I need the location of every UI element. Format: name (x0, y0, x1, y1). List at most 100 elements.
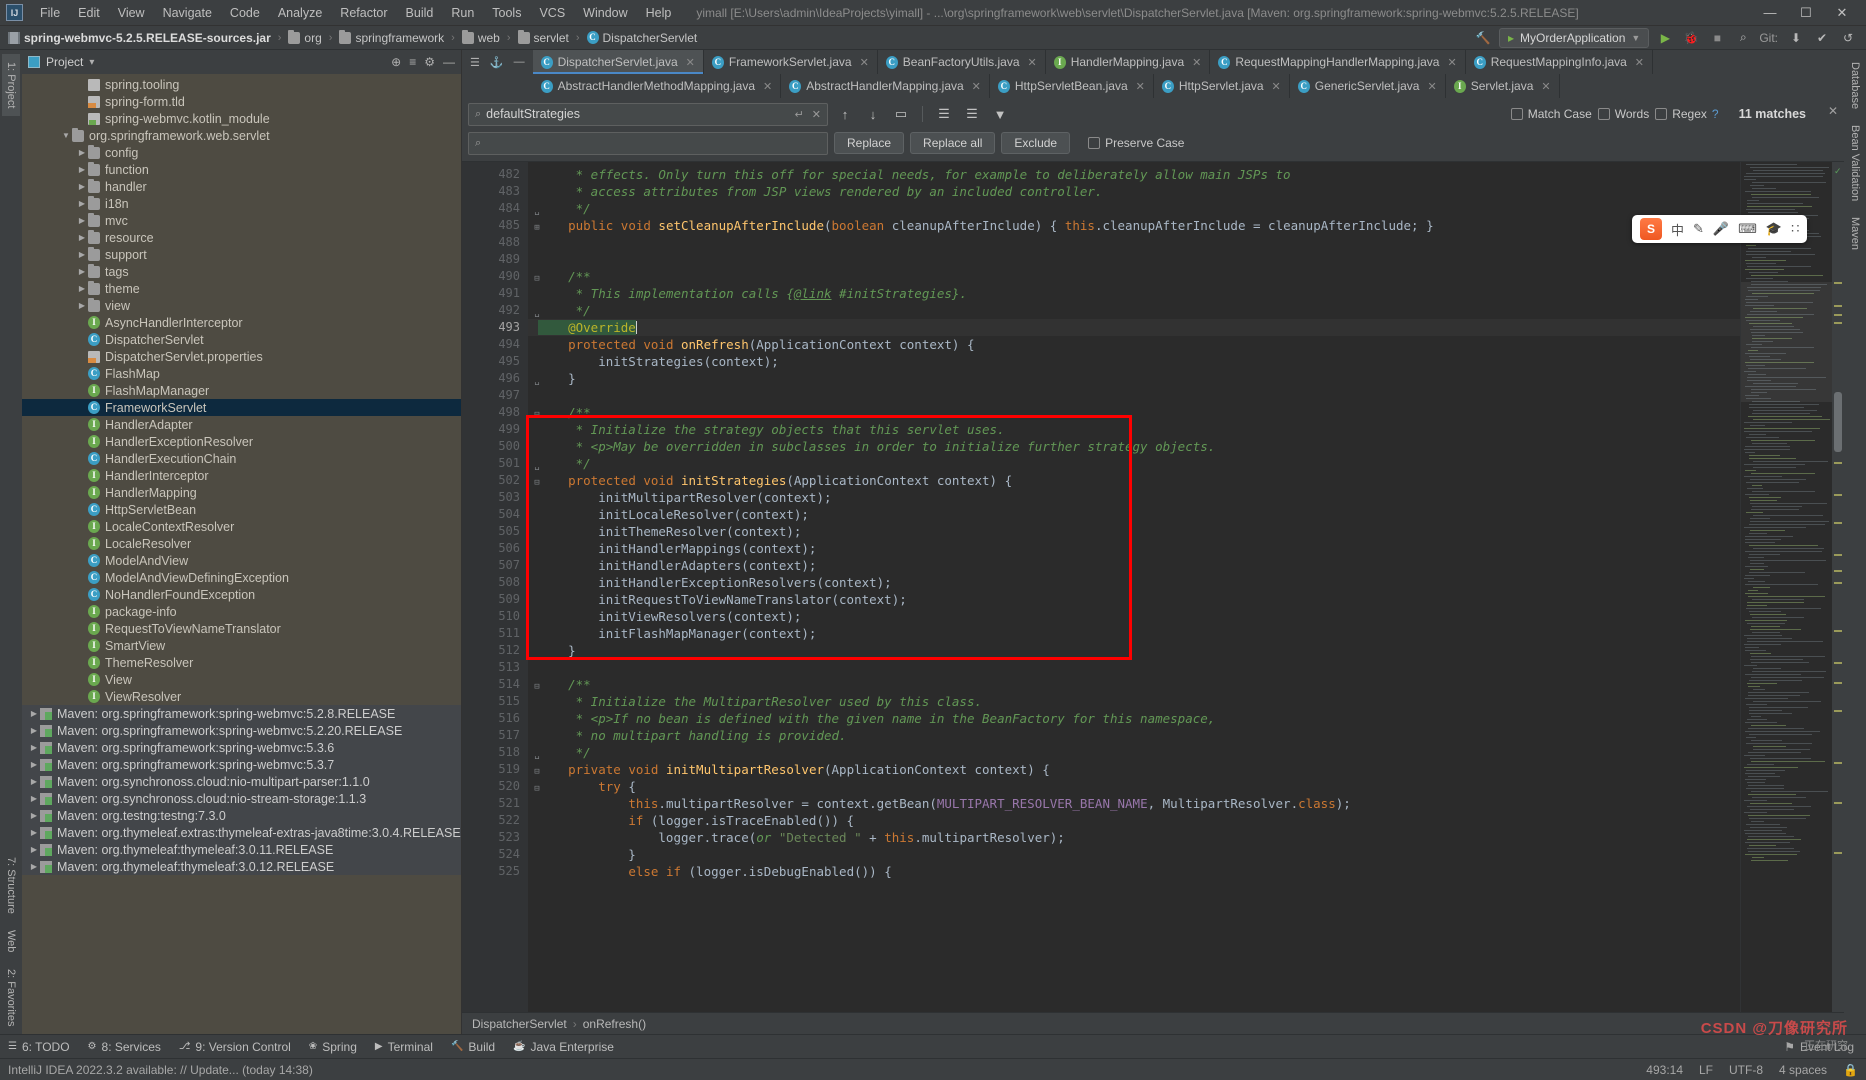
expand-arrow-icon[interactable]: ▶ (76, 199, 88, 208)
line-number[interactable]: 489 (462, 251, 528, 268)
tool-window-button-build[interactable]: 🔨 Build (451, 1040, 495, 1054)
git-history-icon[interactable]: ↺ (1838, 28, 1858, 48)
line-number[interactable]: 493 (462, 319, 528, 336)
editor-scrollbar-thumb[interactable] (1834, 392, 1842, 452)
breadcrumb-item-web[interactable]: web (458, 29, 504, 47)
filter-button[interactable]: ▼ (989, 103, 1011, 125)
caret-position[interactable]: 493:14 (1646, 1063, 1683, 1077)
code-line[interactable]: initHandlerExceptionResolvers(context); (528, 574, 1740, 591)
expand-arrow-icon[interactable]: ▶ (28, 811, 40, 820)
expand-arrow-icon[interactable]: ▶ (28, 862, 40, 871)
stop-button[interactable]: ■ (1707, 28, 1727, 48)
stripe-marker[interactable] (1834, 682, 1842, 684)
editor-tab-dispatcherservlet-java[interactable]: C DispatcherServlet.java ✕ (532, 50, 704, 74)
words-checkbox[interactable]: Words (1597, 107, 1649, 121)
code-line[interactable]: /** (528, 404, 1740, 421)
tree-item[interactable]: I FlashMapManager (22, 382, 461, 399)
tree-item[interactable]: C DispatcherServlet (22, 331, 461, 348)
git-update-icon[interactable]: ⬇ (1786, 28, 1806, 48)
code-line[interactable]: initLocaleResolver(context); (528, 506, 1740, 523)
code-line[interactable]: initRequestToViewNameTranslator(context)… (528, 591, 1740, 608)
line-number[interactable]: 518 ␣ (462, 744, 539, 761)
line-number[interactable]: 490 ⊟ (462, 268, 539, 285)
code-line[interactable]: } (528, 642, 1740, 659)
tree-item[interactable]: I HandlerInterceptor (22, 467, 461, 484)
line-number[interactable]: 520 ⊟ (462, 778, 539, 795)
tree-item[interactable]: C FlashMap (22, 365, 461, 382)
tree-item-maven[interactable]: ▶ Maven: org.thymeleaf:thymeleaf:3.0.12.R… (22, 858, 461, 875)
exclude-button[interactable]: Exclude (1001, 132, 1071, 154)
tree-item[interactable]: I LocaleContextResolver (22, 518, 461, 535)
stripe-marker[interactable] (1834, 314, 1842, 316)
tool-window-button-spring[interactable]: ❀ Spring (309, 1040, 357, 1054)
code-minimap[interactable] (1740, 162, 1832, 1012)
line-number[interactable]: 508 (462, 574, 528, 591)
menu-item-help[interactable]: Help (637, 3, 681, 23)
menu-item-tools[interactable]: Tools (483, 3, 530, 23)
scroll-to-source-icon[interactable]: ⊕ (391, 55, 401, 69)
code-line[interactable]: /** (528, 676, 1740, 693)
multiline-search-button[interactable]: ☰ (933, 103, 955, 125)
tree-item[interactable]: ▶ config (22, 144, 461, 161)
close-find-button[interactable]: ✕ (1828, 104, 1838, 118)
tree-item[interactable]: I ViewResolver (22, 688, 461, 705)
code-line[interactable]: * no multipart handling is provided. (528, 727, 1740, 744)
lock-icon[interactable]: 🔒 (1843, 1063, 1858, 1077)
line-number[interactable]: 510 (462, 608, 528, 625)
search-everywhere-icon[interactable]: ⌕ (1733, 28, 1753, 48)
tree-item[interactable]: DispatcherServlet.properties (22, 348, 461, 365)
sidebar-item-structure[interactable]: 7: Structure (2, 849, 20, 922)
hide-panel-icon[interactable]: — (443, 55, 455, 69)
expand-arrow-icon[interactable]: ▶ (28, 743, 40, 752)
tool-window-button-8-services[interactable]: ⚙ 8: Services (88, 1040, 161, 1054)
close-icon[interactable]: ✕ (860, 56, 869, 69)
run-button[interactable]: ▶ (1655, 28, 1675, 48)
menu-item-build[interactable]: Build (397, 3, 443, 23)
pin-tab-icon[interactable]: ⚓ (490, 56, 504, 69)
close-icon[interactable]: ✕ (1136, 80, 1145, 93)
tree-item-maven[interactable]: ▶ Maven: org.springframework:spring-webmv… (22, 705, 461, 722)
line-number[interactable]: 485 ⊞ (462, 217, 539, 234)
tree-item[interactable]: spring.tooling (22, 76, 461, 93)
menu-item-navigate[interactable]: Navigate (154, 3, 221, 23)
regex-checkbox[interactable]: Regex ? (1655, 107, 1719, 121)
tree-item[interactable]: C NoHandlerFoundException (22, 586, 461, 603)
tree-item[interactable]: ▶ function (22, 161, 461, 178)
tree-item[interactable]: ▶ tags (22, 263, 461, 280)
expand-arrow-icon[interactable]: ▶ (28, 777, 40, 786)
tree-item[interactable]: C ModelAndView (22, 552, 461, 569)
line-number[interactable]: 504 (462, 506, 528, 523)
indent-setting[interactable]: 4 spaces (1779, 1063, 1827, 1077)
line-number[interactable]: 507 (462, 557, 528, 574)
match-case-checkbox[interactable]: Match Case (1510, 107, 1592, 121)
hide-tabs-icon[interactable]: — (514, 56, 525, 68)
tree-item[interactable]: ▼ org.springframework.web.servlet (22, 127, 461, 144)
minimap-viewport[interactable] (1741, 282, 1832, 402)
expand-arrow-icon[interactable]: ▼ (60, 131, 72, 140)
code-line[interactable]: */ (528, 200, 1740, 217)
code-line[interactable]: * Initialize the strategy objects that t… (528, 421, 1740, 438)
close-icon[interactable]: ✕ (686, 56, 695, 69)
tree-item[interactable]: spring-webmvc.kotlin_module (22, 110, 461, 127)
close-icon[interactable]: ✕ (1541, 80, 1550, 93)
line-number[interactable]: 484 ␣ (462, 200, 539, 217)
code-line[interactable]: initHandlerMappings(context); (528, 540, 1740, 557)
menu-item-run[interactable]: Run (442, 3, 483, 23)
code-line[interactable] (528, 251, 1740, 268)
sidebar-item-bean-validation[interactable]: Bean Validation (1846, 117, 1864, 209)
tool-window-button-9-version-control[interactable]: ⎇ 9: Version Control (179, 1040, 291, 1054)
line-number[interactable]: 521 (462, 795, 528, 812)
line-number[interactable]: 498 ⊟ (462, 404, 539, 421)
breadcrumb-item-org[interactable]: org (284, 29, 325, 47)
sidebar-item-maven[interactable]: Maven (1846, 209, 1864, 258)
line-number[interactable]: 495 (462, 353, 528, 370)
code-line[interactable]: protected void onRefresh(ApplicationCont… (528, 336, 1740, 353)
tree-item[interactable]: ▶ resource (22, 229, 461, 246)
minimize-button[interactable]: — (1752, 1, 1788, 25)
stripe-marker[interactable] (1834, 570, 1842, 572)
code-line[interactable]: } (528, 370, 1740, 387)
build-icon[interactable]: 🔨 (1473, 28, 1493, 48)
line-number[interactable]: 491 (462, 285, 528, 302)
gear-icon[interactable]: ⚙ (424, 55, 435, 69)
ime-toolbar[interactable]: S 中 ✎ 🎤 ⌨ 🎓 ∷ (1632, 215, 1808, 243)
